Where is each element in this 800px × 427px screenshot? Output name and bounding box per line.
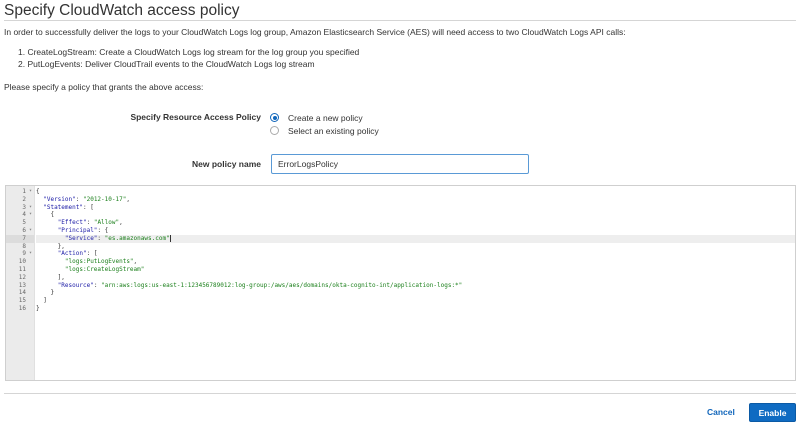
line-number-text: 3 [22,203,26,211]
code-line: "Action": [ [57,250,98,258]
line-number: 12 [6,274,34,282]
line-number: 8 [6,243,34,251]
page-title: Specify CloudWatch access policy [4,2,240,19]
line-number: 5 [6,219,34,227]
line-number-text: 1 [22,188,26,195]
api-call-list: 1. CreateLogStream: Create a CloudWatch … [18,46,359,70]
code-line: }, [36,242,65,250]
line-number: 1 ▾ [6,188,34,196]
code-line: "Service": "es.amazonaws.com" [36,234,795,243]
list-item: 1. CreateLogStream: Create a CloudWatch … [18,47,360,57]
radio-create-new-policy[interactable]: Create a new policy [270,112,363,123]
line-number-text: 15 [18,297,26,305]
intro-text: In order to successfully deliver the log… [4,27,626,37]
code-line: "Statement": [ [43,203,94,211]
radio-button-selected[interactable] [270,113,279,122]
fold-arrow-icon[interactable]: ▾ [29,204,32,212]
footer-divider [4,393,796,394]
code-line: } [36,289,55,297]
line-number-text: 4 [22,211,26,219]
line-number: 9 ▾ [6,250,34,258]
policy-name-input[interactable] [271,154,529,174]
text-cursor [169,234,171,242]
line-number: 14 [6,289,34,297]
line-number: 2 [6,196,34,204]
line-number-text: 10 [18,258,26,266]
list-item: 2. PutLogEvents: Deliver CloudTrail even… [18,59,315,69]
fold-arrow-icon[interactable]: ▾ [29,227,32,235]
code-line: { [36,211,55,219]
resource-policy-label: Specify Resource Access Policy [130,112,261,122]
header-divider [4,20,796,21]
code-line: "logs:CreateLogStream" [64,266,145,273]
line-number: 15 [6,297,34,305]
policy-json-editor[interactable]: 1 ▾ 2 3 ▾ 4 ▾ 5 6 ▾ 7 8 9 ▾ 10 11 12 13 14 15 16 { "Version"… [5,185,796,381]
policy-prompt: Please specify a policy that grants the … [4,82,204,92]
code-line: "Resource": "arn:aws:logs:us-east-1:1234… [57,281,463,289]
line-number-text: 9 [22,250,26,258]
line-number-text: 12 [18,273,26,281]
line-number-text: 11 [18,266,26,273]
line-number-text: 13 [18,281,26,289]
policy-name-label: New policy name [192,159,261,169]
code-line: { [36,188,40,195]
line-number-text: 8 [22,242,26,250]
line-number: 4 ▾ [6,211,34,219]
line-number-gutter: 1 ▾ 2 3 ▾ 4 ▾ 5 6 ▾ 7 8 9 ▾ 10 11 12 13 14 15 16 [6,186,35,380]
line-number-text: 7 [22,234,26,242]
line-number-text: 14 [18,289,26,297]
code-line: "logs:PutLogEvents", [64,258,138,266]
code-line: ] [36,297,47,305]
line-number: 3 ▾ [6,204,34,212]
enable-button[interactable]: Enable [749,403,796,422]
line-number-text: 2 [22,195,26,203]
radio-select-existing-policy[interactable]: Select an existing policy [270,125,379,136]
line-number-text: 5 [22,219,26,227]
line-number: 11 [6,266,34,274]
fold-arrow-icon[interactable]: ▾ [29,188,32,196]
line-number: 13 [6,282,34,290]
code-line: } [36,305,40,312]
radio-button[interactable] [270,126,279,135]
line-number: 16 [6,305,34,313]
code-line: "Version": "2012-10-17", [43,195,130,203]
code-line: "Principal": { [57,227,109,234]
radio-label: Create a new policy [288,112,363,123]
line-number: 7 [6,234,34,243]
line-number: 6 ▾ [6,227,34,235]
line-number: 10 [6,258,34,266]
radio-label: Select an existing policy [288,125,379,136]
line-number-text: 16 [18,305,26,312]
cancel-button[interactable]: Cancel [707,407,735,417]
fold-arrow-icon[interactable]: ▾ [29,211,32,219]
code-line: "Effect": "Allow", [57,219,123,227]
code-line: ], [36,273,65,281]
fold-arrow-icon[interactable]: ▾ [29,250,32,258]
line-number-text: 6 [22,227,26,234]
